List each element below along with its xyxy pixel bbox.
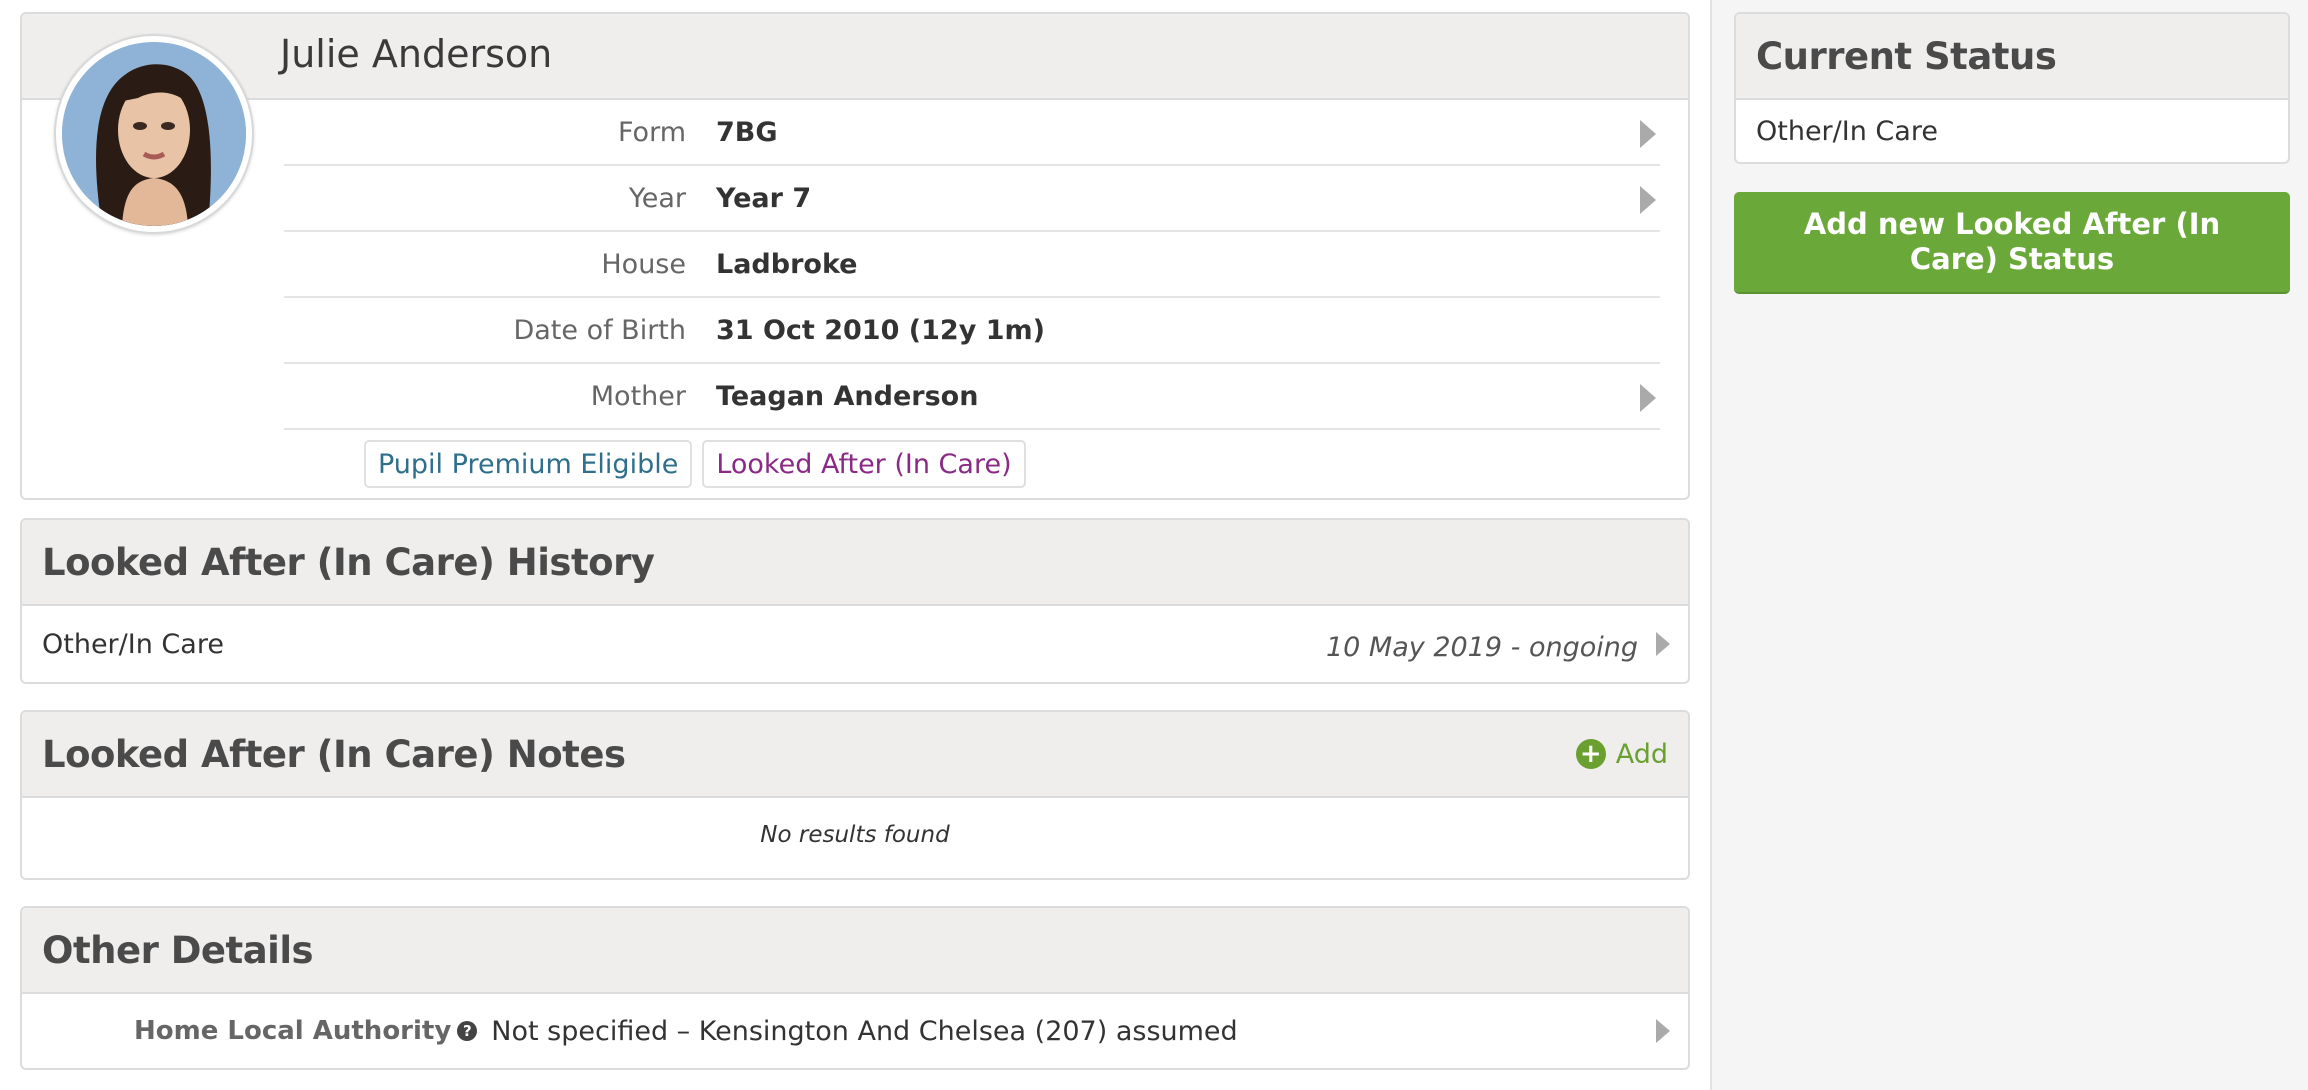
field-value: Year 7 [716, 182, 812, 214]
notes-title: Looked After (In Care) Notes [42, 732, 626, 776]
field-value: 31 Oct 2010 (12y 1m) [716, 314, 1045, 346]
tag-pupil-premium[interactable]: Pupil Premium Eligible [364, 440, 693, 488]
other-details-panel: Other Details Home Local Authority ? Not… [20, 906, 1690, 1070]
home-local-authority-row[interactable]: Home Local Authority ? Not specified – K… [22, 994, 1688, 1068]
notes-empty-text: No results found [760, 822, 950, 848]
field-year[interactable]: Year Year 7 [284, 166, 1660, 232]
field-label: Date of Birth [513, 314, 686, 346]
profile-header-bar [22, 14, 1688, 100]
chevron-right-icon[interactable] [1640, 186, 1656, 214]
plus-circle-icon: + [1575, 739, 1606, 769]
student-name: Julie Anderson [280, 32, 553, 76]
history-title: Looked After (In Care) History [42, 540, 655, 584]
field-label: Form [617, 116, 686, 148]
add-note-label: Add [1615, 738, 1668, 770]
history-header: Looked After (In Care) History [22, 520, 1688, 606]
field-date-of-birth: Date of Birth 31 Oct 2010 (12y 1m) [284, 298, 1660, 364]
field-label: House [601, 248, 686, 280]
chevron-right-icon[interactable] [1656, 1019, 1670, 1043]
field-label: Year [628, 182, 686, 214]
chevron-right-icon[interactable] [1656, 632, 1670, 656]
notes-panel: Looked After (In Care) Notes + Add No re… [20, 710, 1690, 880]
current-status-header: Current Status [1736, 14, 2288, 100]
home-local-authority-label: Home Local Authority [134, 1016, 452, 1046]
current-status-value: Other/In Care [1756, 115, 1938, 147]
profile-panel: Julie Anderson Form 7BG Year Year 7 Hous… [20, 12, 1690, 500]
help-icon[interactable]: ? [457, 1021, 478, 1041]
tag-looked-after[interactable]: Looked After (In Care) [702, 440, 1026, 488]
student-tags: Pupil Premium Eligible Looked After (In … [364, 440, 1026, 488]
history-period: 10 May 2019 - ongoing [1325, 632, 1638, 663]
field-value: Teagan Anderson [716, 380, 979, 412]
field-mother[interactable]: Mother Teagan Anderson [284, 364, 1660, 430]
current-status-panel: Current Status Other/In Care [1734, 12, 2290, 164]
history-status: Other/In Care [42, 628, 224, 660]
profile-fields: Form 7BG Year Year 7 House Ladbroke Date… [284, 100, 1660, 430]
avatar[interactable] [54, 34, 254, 234]
history-row[interactable]: Other/In Care 10 May 2019 - ongoing [22, 606, 1688, 682]
current-status-title: Current Status [1756, 34, 2057, 78]
history-panel: Looked After (In Care) History Other/In … [20, 518, 1690, 684]
add-note-button[interactable]: + Add [1575, 738, 1668, 770]
field-label: Mother [590, 380, 686, 412]
notes-header: Looked After (In Care) Notes + Add [22, 712, 1688, 798]
other-details-header: Other Details [22, 908, 1688, 994]
field-value: 7BG [716, 116, 778, 148]
main-content: Julie Anderson Form 7BG Year Year 7 Hous… [0, 0, 1710, 1090]
field-house: House Ladbroke [284, 232, 1660, 298]
chevron-right-icon[interactable] [1640, 120, 1656, 148]
add-status-button[interactable]: Add new Looked After (In Care) Status [1734, 192, 2290, 294]
sidebar: Current Status Other/In Care Add new Loo… [1710, 0, 2308, 1090]
chevron-right-icon[interactable] [1640, 384, 1656, 412]
field-value: Ladbroke [716, 248, 858, 280]
home-local-authority-value: Not specified – Kensington And Chelsea (… [491, 1015, 1238, 1047]
avatar-photo [62, 42, 246, 226]
field-form[interactable]: Form 7BG [284, 100, 1660, 166]
other-details-title: Other Details [42, 928, 314, 972]
